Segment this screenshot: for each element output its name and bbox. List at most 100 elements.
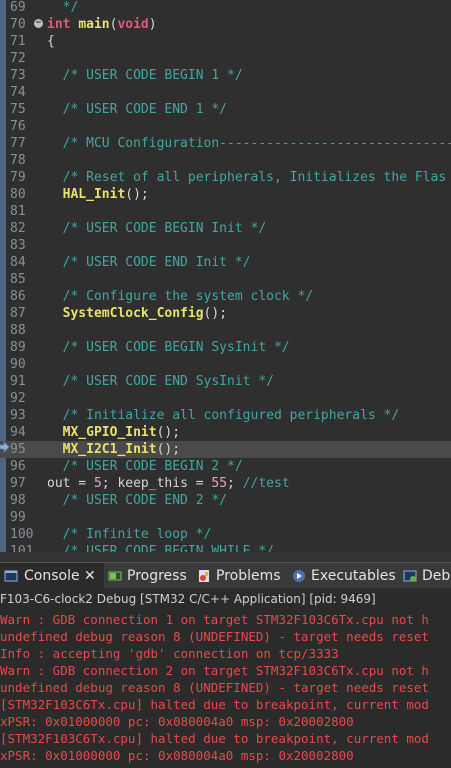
line-number: 84 [10, 255, 26, 270]
line-number: 89 [10, 340, 26, 355]
code-line[interactable]: 89 /* USER CODE BEGIN SysInit */ [0, 339, 451, 356]
code-token: /* USER CODE END 1 */ [47, 102, 228, 117]
code-line[interactable]: 80 HAL_Init(); [0, 186, 451, 203]
code-line[interactable]: 70− int main(void) [0, 16, 451, 33]
tab-progress-label: Progress [127, 568, 187, 584]
code-line[interactable]: 69 */ [0, 0, 451, 16]
code-text: /* MCU Configuration--------------------… [47, 135, 451, 152]
code-token: (); [156, 442, 181, 457]
code-line[interactable]: 91 /* USER CODE END SysInit */ [0, 373, 451, 390]
code-line[interactable]: 86 /* Configure the system clock */ [0, 288, 451, 305]
close-icon[interactable]: ✕ [84, 563, 96, 589]
line-number: 80 [10, 187, 26, 202]
code-token: ; keep_this = [101, 476, 212, 491]
code-text: /* Reset of all peripherals, Initializes… [47, 169, 447, 186]
code-line[interactable]: 90 [0, 356, 451, 373]
debug-instruction-pointer-icon [0, 441, 9, 453]
console-line: undefined debug reason 8 (UNDEFINED) - t… [0, 680, 429, 695]
fold-toggle-icon[interactable]: − [34, 19, 43, 28]
progress-icon [108, 571, 122, 581]
line-number: 92 [10, 391, 26, 406]
line-number: 88 [10, 323, 26, 338]
code-line[interactable]: 83 [0, 237, 451, 254]
line-number: 100 [10, 527, 34, 542]
code-line[interactable]: 93 /* Initialize all configured peripher… [0, 407, 451, 424]
code-line[interactable]: 92 [0, 390, 451, 407]
line-number: 95 [10, 442, 26, 457]
line-number: 75 [10, 102, 26, 117]
code-token: SystemClock_Config [62, 306, 204, 321]
code-text: { [47, 33, 55, 50]
code-token: /* USER CODE BEGIN 2 */ [47, 459, 243, 474]
code-token: /* USER CODE BEGIN 1 */ [47, 68, 243, 83]
console-line: Info : accepting 'gdb' connection on tcp… [0, 646, 339, 661]
line-number: 71 [10, 34, 26, 49]
code-line[interactable]: 73 /* USER CODE BEGIN 1 */ [0, 67, 451, 84]
code-token: ; [227, 476, 243, 491]
code-line[interactable]: 82 /* USER CODE BEGIN Init */ [0, 220, 451, 237]
line-number: 73 [10, 68, 26, 83]
code-line[interactable]: 71 { [0, 33, 451, 50]
line-number: 93 [10, 408, 26, 423]
code-token: /* Infinite loop */ [47, 527, 212, 542]
tab-executables-label: Executables [311, 568, 396, 584]
code-editor[interactable]: 69 */70− int main(void) 71{72 73 /* USER CO… [0, 0, 451, 552]
problems-icon [199, 570, 209, 582]
line-number: 76 [10, 119, 26, 134]
code-line[interactable]: 87 SystemClock_Config(); [0, 305, 451, 322]
code-line[interactable]: 99 [0, 509, 451, 526]
code-line[interactable]: 84 /* USER CODE END Init */ [0, 254, 451, 271]
code-text: /* USER CODE BEGIN 1 */ [47, 67, 243, 84]
line-number: 86 [10, 289, 26, 304]
code-line[interactable]: 98 /* USER CODE END 2 */ [0, 492, 451, 509]
code-token: /* MCU Configuration--------------------… [47, 136, 451, 151]
console-icon [4, 570, 18, 582]
code-line[interactable]: 94 MX_GPIO_Init(); [0, 424, 451, 441]
code-text: int main(void) [47, 16, 157, 33]
code-line[interactable]: 100 /* Infinite loop */ [0, 526, 451, 543]
code-line[interactable]: 74 [0, 84, 451, 101]
code-line[interactable]: 85 [0, 271, 451, 288]
line-number: 97 [10, 476, 26, 491]
line-number: 74 [10, 85, 26, 100]
code-token: */ [47, 0, 79, 15]
code-line[interactable]: 96 /* USER CODE BEGIN 2 */ [0, 458, 451, 475]
code-token: HAL_Init [62, 187, 126, 202]
tab-executables[interactable]: Executables [292, 563, 398, 589]
line-number: 99 [10, 510, 26, 525]
line-number: 70 [10, 17, 26, 32]
code-text: /* USER CODE END 2 */ [47, 492, 227, 509]
line-number: 94 [10, 425, 26, 440]
line-number: 91 [10, 374, 26, 389]
code-text: MX_I2C1_Init(); [47, 441, 180, 458]
console-output[interactable]: F103-C6-clock2 Debug [STM32 C/C++ Applic… [0, 588, 451, 768]
code-line[interactable]: 76 [0, 118, 451, 135]
line-number: 82 [10, 221, 26, 236]
code-text: out = 5; keep_this = 55; //test [47, 475, 290, 492]
panel-separator[interactable] [0, 552, 451, 562]
console-line: xPSR: 0x01000000 pc: 0x080004a0 msp: 0x2… [0, 748, 354, 763]
code-token: ) [148, 17, 157, 32]
tab-debugger-console[interactable]: Debu [403, 563, 451, 589]
code-line-current[interactable]: 95 MX_I2C1_Init(); [0, 441, 451, 458]
code-token: MX_I2C1_Init [62, 442, 157, 457]
console-line: xPSR: 0x01000000 pc: 0x080004a0 msp: 0x2… [0, 714, 354, 729]
tab-problems[interactable]: Problems [197, 563, 287, 589]
code-token: void [117, 17, 149, 32]
code-line[interactable]: 79 /* Reset of all peripherals, Initiali… [0, 169, 451, 186]
code-line[interactable]: 72 [0, 50, 451, 67]
tab-console[interactable]: Console ✕ [0, 563, 104, 589]
code-line[interactable]: 81 [0, 203, 451, 220]
line-number: 72 [10, 51, 26, 66]
code-line[interactable]: 97 out = 5; keep_this = 55; //test [0, 475, 451, 492]
code-text: /* Infinite loop */ [47, 526, 212, 543]
tab-progress[interactable]: Progress [108, 563, 192, 589]
code-line[interactable]: 101 /* USER CODE BEGIN WHILE */ [0, 543, 451, 552]
code-line[interactable]: 75 /* USER CODE END 1 */ [0, 101, 451, 118]
code-line[interactable]: 88 [0, 322, 451, 339]
code-line[interactable]: 78 [0, 152, 451, 169]
line-number: 79 [10, 170, 26, 185]
code-line[interactable]: 77 /* MCU Configuration-----------------… [0, 135, 451, 152]
